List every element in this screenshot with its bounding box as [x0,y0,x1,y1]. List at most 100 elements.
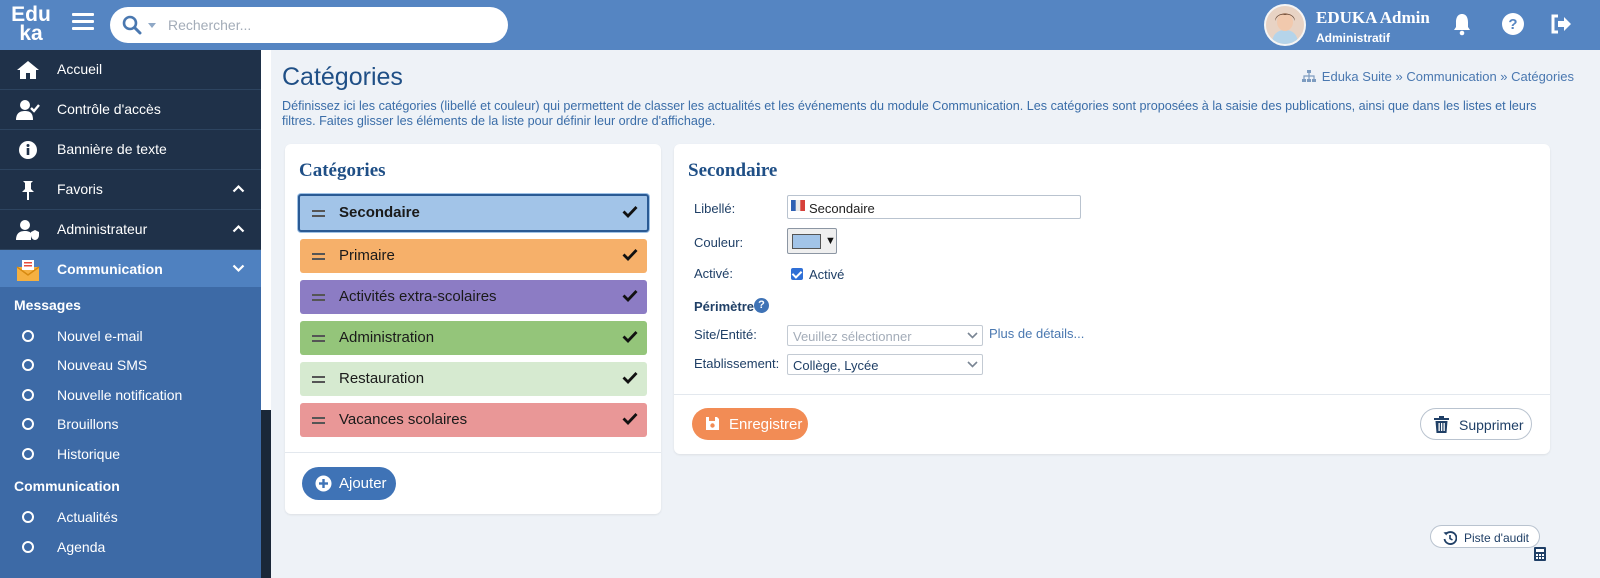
detail-title: Secondaire [688,160,778,181]
submenu-item-label: Actualités [57,509,118,525]
category-label: Secondaire [339,204,420,221]
info-icon [19,141,37,159]
chevron-down-icon [967,361,978,368]
submenu-item-label: Nouvel e-mail [57,328,143,344]
audit-trail-label: Piste d'audit [1464,531,1529,545]
submenu-item-label: Agenda [57,539,106,555]
submenu-item-brouillons[interactable]: Brouillons [0,411,261,440]
chevron-up-icon[interactable] [232,224,245,233]
sidebar-item-banniere[interactable]: Bannière de texte [0,130,261,170]
libelle-field[interactable]: Secondaire [787,195,1081,219]
search-input[interactable] [168,15,488,35]
sidebar-scrollbar[interactable] [261,410,271,578]
submenu-item-nouvelle-notification[interactable]: Nouvelle notification [0,382,261,411]
logo-text-2: ka [19,22,43,45]
avatar [1264,4,1306,46]
category-item[interactable]: Activités extra-scolaires [300,280,647,314]
sidebar-item-label: Bannière de texte [57,141,167,157]
drag-handle-icon[interactable] [312,376,325,386]
envelope-icon [16,260,40,281]
calculator-icon[interactable] [1534,547,1546,561]
submenu-item-nouvel-email[interactable]: Nouvel e-mail [0,323,261,352]
category-label: Administration [339,329,435,346]
submenu-item-nouveau-sms[interactable]: Nouveau SMS [0,352,261,381]
add-category-button[interactable]: Ajouter [302,467,396,500]
category-item[interactable]: Administration [300,321,647,355]
trash-icon [1434,416,1449,433]
circle-icon [22,359,34,371]
chevron-down-icon[interactable] [232,264,245,273]
submenu-item-label: Brouillons [57,416,119,432]
libelle-label: Libellé: [694,201,736,216]
logout-icon[interactable] [1549,12,1573,36]
drag-handle-icon[interactable] [312,417,325,427]
eduka-logo[interactable]: Edu ka [0,0,62,50]
circle-icon [22,511,34,523]
circle-icon [22,330,34,342]
sidebar-item-administrateur[interactable]: Administrateur [0,210,261,250]
breadcrumb: Eduka Suite » Communication » Catégories [1301,69,1574,84]
category-item[interactable]: Vacances scolaires [300,403,647,437]
category-item[interactable]: Restauration [300,362,647,396]
site-select[interactable]: Veuillez sélectionner [787,325,983,346]
more-details-link[interactable]: Plus de détails... [989,326,1084,341]
delete-button[interactable]: Supprimer [1420,408,1532,440]
submenu-item-historique[interactable]: Historique [0,441,261,470]
sitemap-icon [1301,70,1316,82]
color-picker[interactable]: ▼ [787,228,837,254]
dropdown-arrow-icon: ▼ [825,235,836,247]
drag-handle-icon[interactable] [312,335,325,345]
category-item[interactable]: Primaire [300,239,647,273]
sidebar-item-label: Favoris [57,181,103,197]
check-icon [622,290,638,302]
search-scope-chevron-icon[interactable] [148,23,156,28]
sidebar-item-communication[interactable]: Communication [0,250,261,290]
page-title: Catégories [282,63,403,91]
category-detail-panel: Secondaire Libellé: Secondaire Couleur: … [674,144,1550,454]
etablissement-select[interactable]: Collège, Lycée [787,354,983,375]
user-check-icon [16,100,40,120]
sidebar-item-controle-acces[interactable]: Contrôle d'accès [0,90,261,130]
drag-handle-icon[interactable] [312,210,325,220]
sidebar-item-favoris[interactable]: Favoris [0,170,261,210]
submenu-heading-messages: Messages [14,297,81,313]
submenu-item-agenda[interactable]: Agenda [0,534,261,563]
chevron-up-icon[interactable] [232,184,245,193]
sidebar-item-label: Communication [57,261,163,277]
help-icon[interactable]: ? [1501,12,1525,36]
save-button-label: Enregistrer [729,416,803,433]
menu-toggle-icon[interactable] [72,13,94,35]
svg-text:?: ? [1508,16,1517,33]
submenu-heading-communication: Communication [14,478,120,494]
categories-panel: Catégories Secondaire Primaire Activités e… [285,144,661,514]
bell-icon[interactable] [1452,12,1472,36]
chevron-down-icon [967,332,978,339]
search-icon[interactable] [122,15,142,35]
submenu-item-label: Historique [57,446,121,462]
active-checkbox[interactable] [791,268,803,280]
help-icon[interactable]: ? [754,298,769,313]
sidebar-item-label: Contrôle d'accès [57,101,161,117]
libelle-value: Secondaire [809,201,875,216]
submenu-item-actualites[interactable]: Actualités [0,504,261,533]
save-button[interactable]: Enregistrer [692,408,808,440]
page-scrollbar[interactable] [1588,50,1600,578]
category-label: Vacances scolaires [339,411,468,428]
active-label: Activé: [694,266,734,281]
color-swatch [792,234,821,249]
drag-handle-icon[interactable] [312,294,325,304]
search-box [110,7,508,43]
check-icon [622,331,638,343]
check-icon [622,372,638,384]
submenu-item-label: Nouvelle notification [57,387,183,403]
sidebar-item-accueil[interactable]: Accueil [0,50,261,90]
check-icon [622,413,638,425]
audit-trail-button[interactable]: Piste d'audit [1430,525,1540,548]
drag-handle-icon[interactable] [312,253,325,263]
categories-panel-title: Catégories [299,160,386,181]
sidebar-item-label: Administrateur [57,221,148,237]
category-item[interactable]: Secondaire [298,194,649,232]
active-checkbox-label: Activé [809,267,845,282]
etablissement-value: Collège, Lycée [793,358,879,373]
breadcrumb-text[interactable]: Eduka Suite » Communication » Catégories [1322,69,1574,84]
